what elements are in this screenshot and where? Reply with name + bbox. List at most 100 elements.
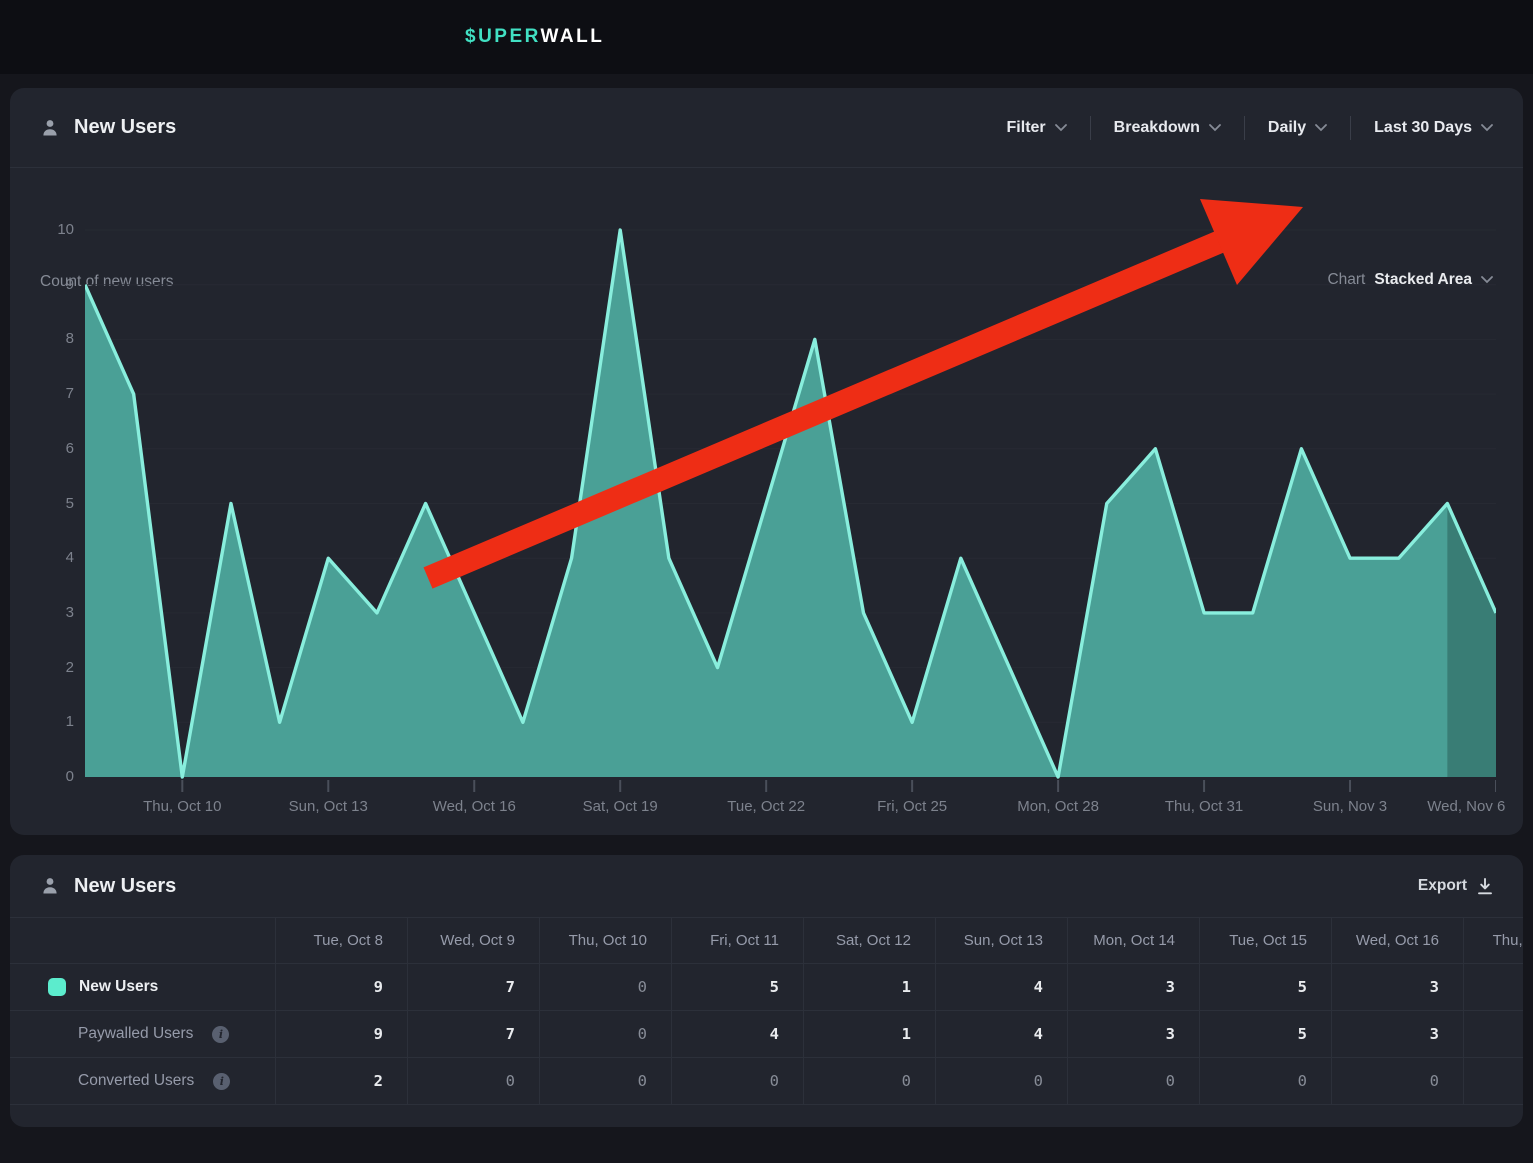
y-tick-label: 1: [30, 713, 74, 730]
chevron-down-icon: [1481, 124, 1493, 132]
date-range-control[interactable]: Last 30 Days: [1351, 119, 1493, 137]
y-tick-label: 5: [30, 495, 74, 512]
area-chart: [85, 220, 1496, 796]
value-cell: 4: [935, 1011, 1067, 1058]
value-cell: 0: [1067, 1058, 1199, 1105]
chevron-down-icon: [1315, 124, 1327, 132]
value-cell: 0: [539, 964, 671, 1011]
value-cell: 4: [671, 1011, 803, 1058]
date-range-label: Last 30 Days: [1374, 119, 1472, 137]
y-tick-label: 0: [30, 768, 74, 785]
value-cell: 4: [935, 964, 1067, 1011]
row-label-text: Paywalled Users: [78, 1025, 193, 1043]
column-header: Thu, Oct 17: [1463, 917, 1523, 964]
breakdown-control[interactable]: Breakdown: [1091, 119, 1244, 137]
column-header: Sat, Oct 12: [803, 917, 935, 964]
superwall-logo: $UPERWALL: [465, 26, 604, 48]
row-label: Converted Users i: [10, 1058, 275, 1105]
breakdown-label: Breakdown: [1114, 119, 1200, 137]
row-label: New Users: [10, 964, 275, 1011]
row-label-text: New Users: [79, 978, 158, 996]
x-tick-label: Mon, Oct 28: [1017, 798, 1099, 815]
value-cell: 0: [803, 1058, 935, 1105]
column-header: Wed, Oct 16: [1331, 917, 1463, 964]
column-header: Wed, Oct 9: [407, 917, 539, 964]
info-icon[interactable]: i: [213, 1073, 230, 1090]
column-header: Sun, Oct 13: [935, 917, 1067, 964]
new-users-chart-card: New Users Filter Breakdown Daily Last 30…: [10, 88, 1523, 835]
x-tick-label: Sat, Oct 19: [583, 798, 658, 815]
chevron-down-icon: [1055, 124, 1067, 132]
value-cell: 0: [539, 1058, 671, 1105]
table-card-title-group: New Users: [40, 875, 176, 898]
x-tick-label: Tue, Oct 22: [727, 798, 805, 815]
chart-card-header: New Users Filter Breakdown Daily Last 30…: [10, 88, 1523, 168]
value-cell: 0: [935, 1058, 1067, 1105]
y-tick-label: 7: [30, 385, 74, 402]
x-tick-label: Wed, Oct 16: [433, 798, 516, 815]
download-icon: [1477, 878, 1493, 895]
column-header: Mon, Oct 14: [1067, 917, 1199, 964]
value-cell: 9: [275, 1011, 407, 1058]
x-tick-label: Sun, Oct 13: [289, 798, 368, 815]
y-tick-label: 8: [30, 330, 74, 347]
dimmed-current-period: [1447, 504, 1496, 778]
person-icon: [40, 118, 60, 138]
y-tick-label: 3: [30, 604, 74, 621]
value-cell: 3: [1331, 1011, 1463, 1058]
y-tick-label: 6: [30, 440, 74, 457]
new-users-table-card: New Users Export Tue, Oct 8Wed, Oct 9Thu…: [10, 855, 1523, 1127]
table-corner-cell: [10, 917, 275, 964]
y-tick-label: 4: [30, 549, 74, 566]
value-cell: 7: [407, 964, 539, 1011]
column-header: Tue, Oct 8: [275, 917, 407, 964]
row-label-text: Converted Users: [78, 1072, 194, 1090]
value-cell: 5: [1199, 964, 1331, 1011]
value-cell: 5: [1199, 1011, 1331, 1058]
value-cell: 1: [803, 964, 935, 1011]
export-button[interactable]: Export: [1418, 877, 1493, 895]
x-tick-label: Thu, Oct 31: [1165, 798, 1243, 815]
y-tick-label: 9: [30, 276, 74, 293]
value-cell: 9: [275, 964, 407, 1011]
column-header: Thu, Oct 10: [539, 917, 671, 964]
column-header: Tue, Oct 15: [1199, 917, 1331, 964]
top-nav-bar: $UPERWALL: [0, 0, 1533, 74]
chart-card-title-group: New Users: [40, 116, 176, 139]
value-cell: 1: [803, 1011, 935, 1058]
logo-suffix: WALL: [541, 26, 605, 47]
row-label: Paywalled Users i: [10, 1011, 275, 1058]
column-header: Fri, Oct 11: [671, 917, 803, 964]
value-cell: 0: [1199, 1058, 1331, 1105]
filter-label: Filter: [1007, 119, 1046, 137]
table-card-header: New Users Export: [10, 855, 1523, 917]
logo-prefix: $UPER: [465, 26, 541, 47]
filter-control[interactable]: Filter: [984, 119, 1090, 137]
value-cell: 5: [671, 964, 803, 1011]
export-label: Export: [1418, 877, 1467, 895]
x-tick-label: Fri, Oct 25: [877, 798, 947, 815]
value-cell: 0: [1331, 1058, 1463, 1105]
value-cell: [1463, 1011, 1523, 1058]
x-tick-label: Wed, Nov 6: [1427, 798, 1505, 815]
value-cell: [1463, 1058, 1523, 1105]
value-cell: 3: [1331, 964, 1463, 1011]
granularity-control[interactable]: Daily: [1245, 119, 1350, 137]
value-cell: 0: [539, 1011, 671, 1058]
new-users-table: Tue, Oct 8Wed, Oct 9Thu, Oct 10Fri, Oct …: [10, 917, 1523, 1105]
value-cell: [1463, 964, 1523, 1011]
x-tick-label: Thu, Oct 10: [143, 798, 221, 815]
person-icon: [40, 876, 60, 896]
granularity-label: Daily: [1268, 119, 1306, 137]
value-cell: 7: [407, 1011, 539, 1058]
legend-swatch: [48, 978, 66, 996]
value-cell: 3: [1067, 964, 1199, 1011]
chart-card-title: New Users: [74, 116, 176, 139]
chevron-down-icon: [1209, 124, 1221, 132]
y-tick-label: 10: [30, 221, 74, 238]
info-icon[interactable]: i: [212, 1026, 229, 1043]
value-cell: 2: [275, 1058, 407, 1105]
value-cell: 3: [1067, 1011, 1199, 1058]
x-tick-label: Sun, Nov 3: [1313, 798, 1387, 815]
value-cell: 0: [671, 1058, 803, 1105]
